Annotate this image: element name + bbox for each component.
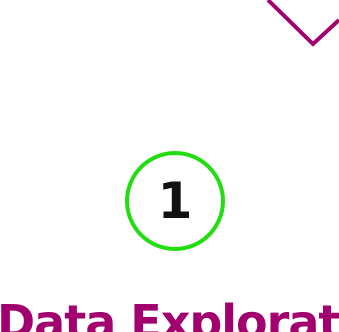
step-number: 1 (157, 172, 193, 230)
section-title: Data Explorati (0, 295, 339, 332)
step-number-badge: 1 (125, 151, 225, 251)
slide-canvas: 1 Data Explorati (0, 0, 339, 332)
